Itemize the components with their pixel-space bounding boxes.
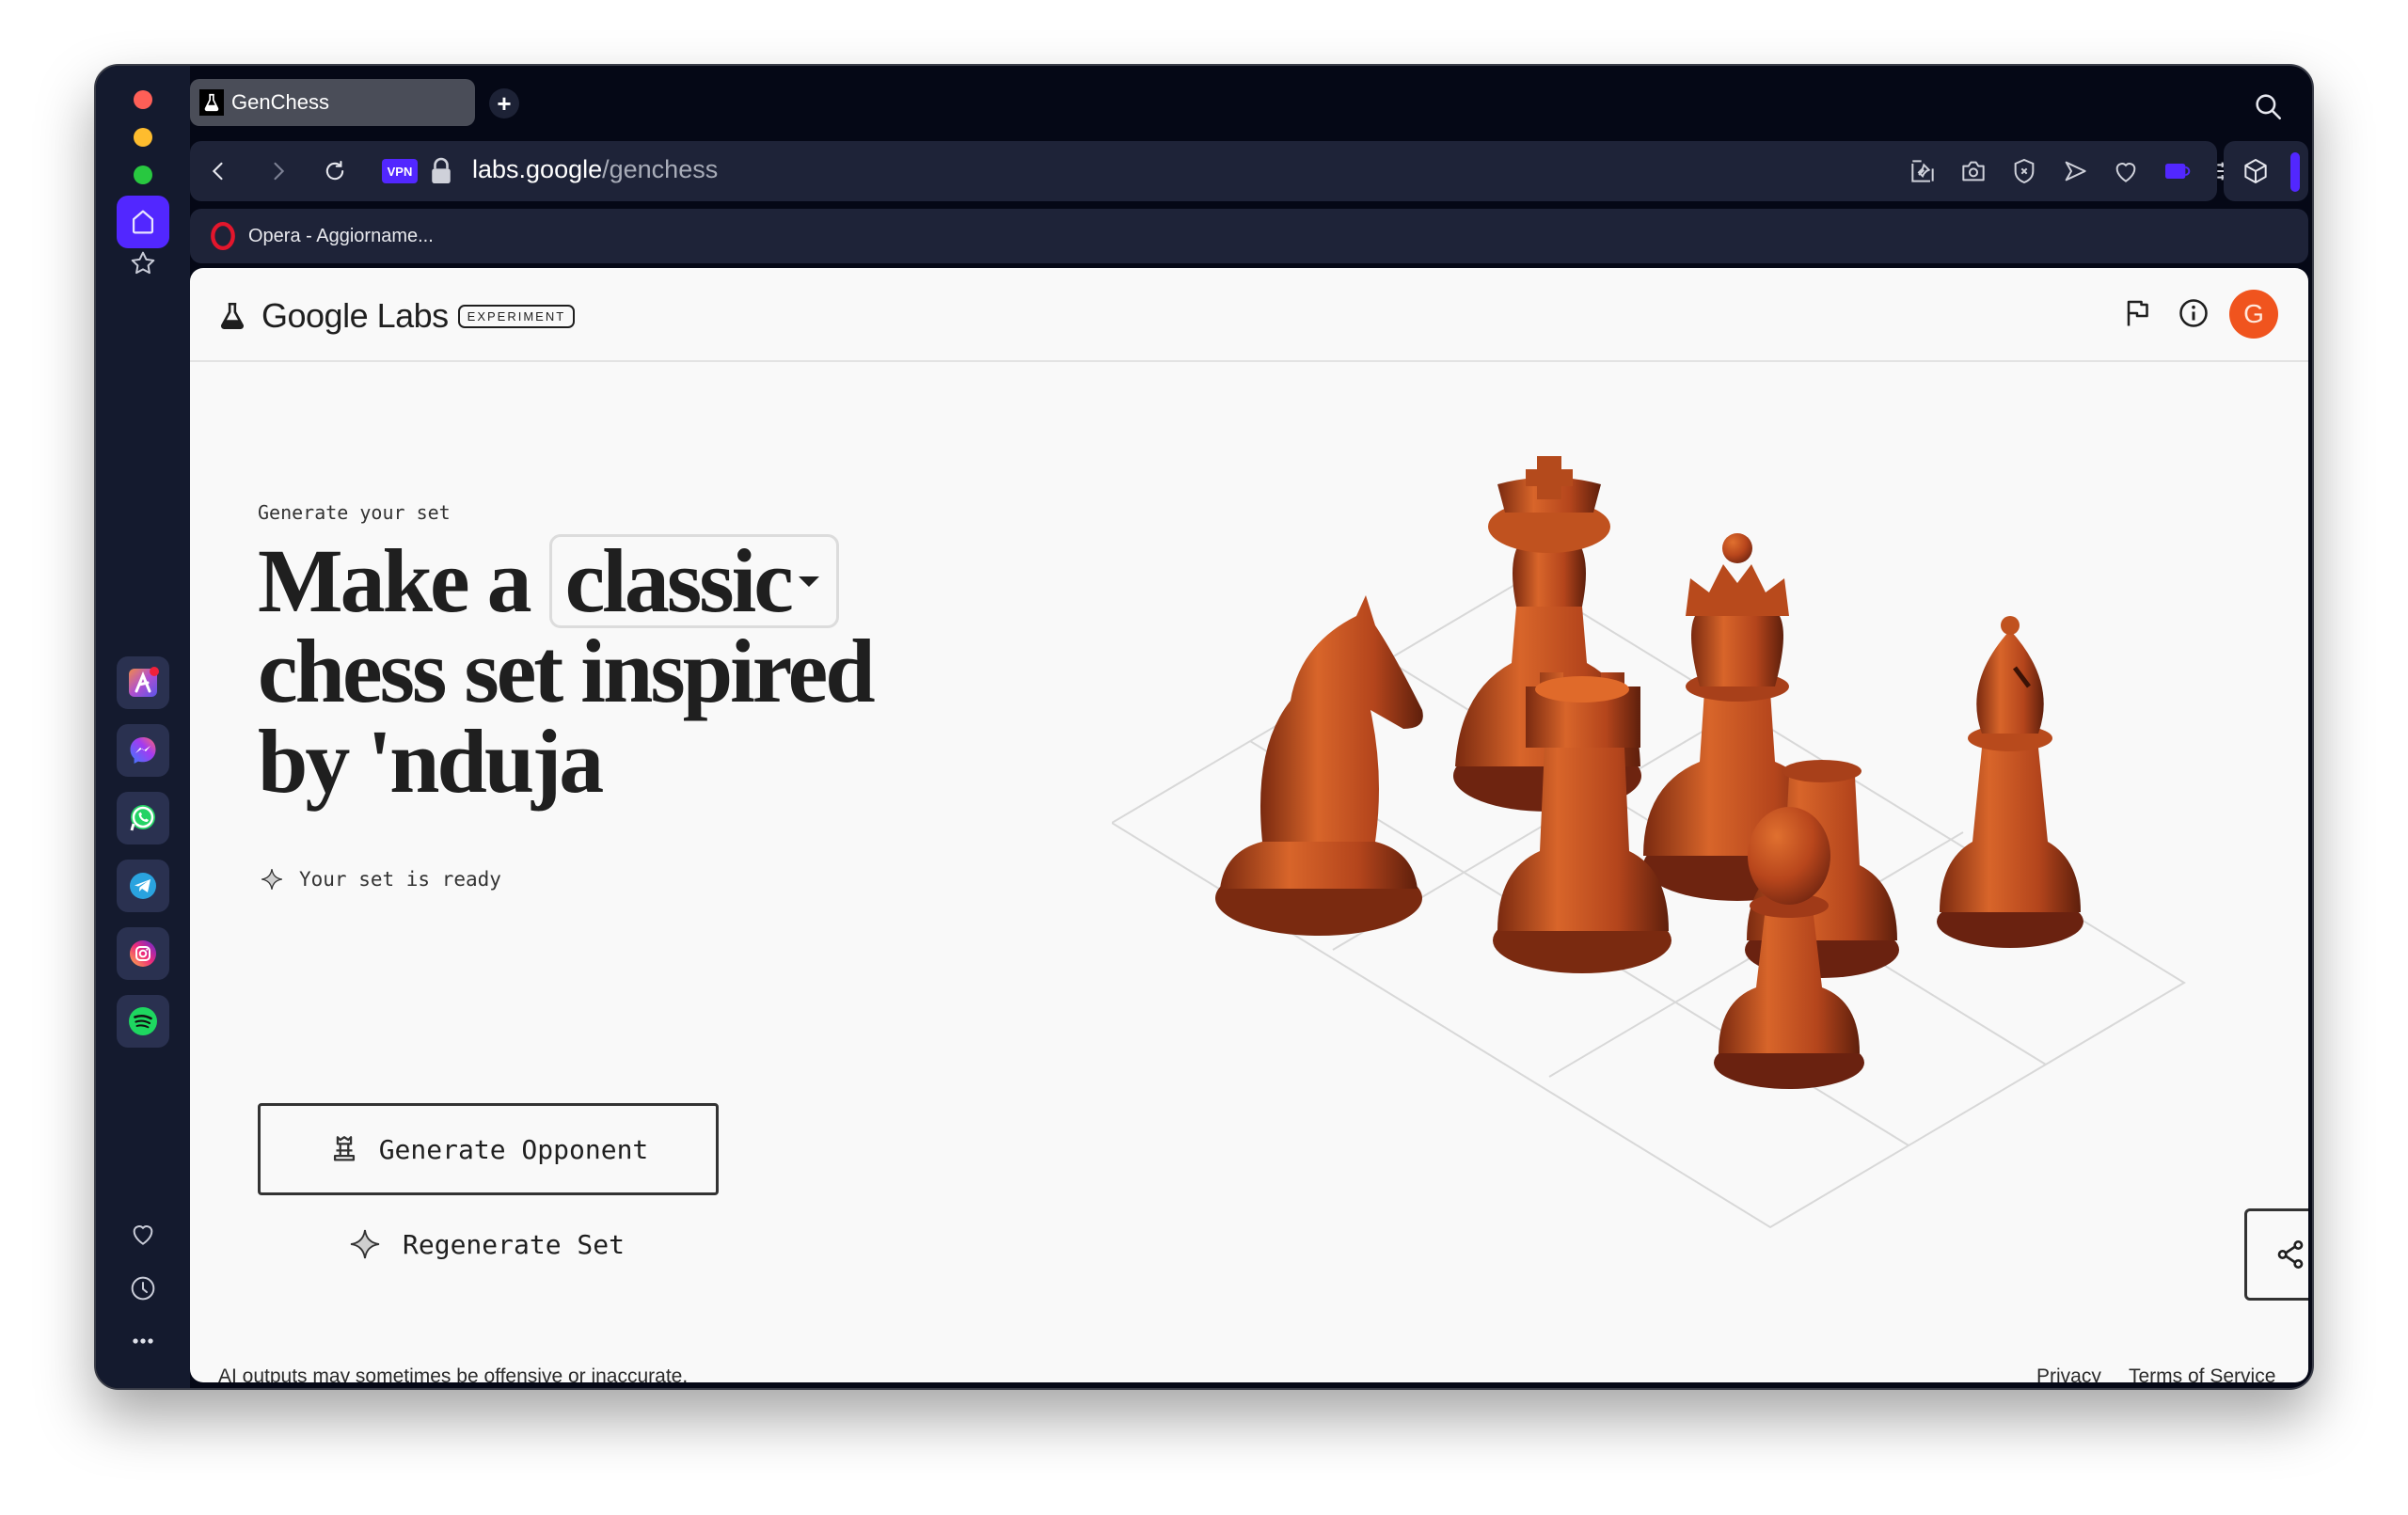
bishop-piece xyxy=(1937,616,2083,948)
back-button[interactable] xyxy=(201,154,235,188)
headline-line-3: by 'nduja xyxy=(258,711,604,812)
sidebar-app-aria[interactable] xyxy=(117,656,169,709)
sidebar-app-telegram[interactable] xyxy=(117,860,169,912)
browser-sidebar xyxy=(96,66,190,1388)
google-labs-logo[interactable]: Google Labs EXPERIMENT xyxy=(216,296,576,336)
spotify-icon xyxy=(129,1007,157,1035)
star-icon xyxy=(131,251,155,275)
sidebar-app-spotify[interactable] xyxy=(117,995,169,1048)
clock-icon xyxy=(131,1276,155,1301)
instagram-icon xyxy=(130,940,156,967)
sidebar-history-button[interactable] xyxy=(117,1270,169,1307)
heart-icon[interactable] xyxy=(2111,156,2141,186)
flag-icon[interactable] xyxy=(2120,296,2154,330)
cube-icon[interactable] xyxy=(2241,156,2271,186)
share-icon xyxy=(2277,1239,2304,1270)
close-window-button[interactable] xyxy=(134,90,152,109)
headline-line-2: chess set inspired xyxy=(258,621,876,721)
reload-icon xyxy=(325,161,344,181)
forward-button[interactable] xyxy=(261,154,295,188)
privacy-link[interactable]: Privacy xyxy=(2036,1365,2101,1382)
telegram-icon xyxy=(130,873,156,899)
share-button[interactable] xyxy=(2244,1208,2308,1301)
info-icon[interactable] xyxy=(2177,296,2210,330)
eyebrow-label: Generate your set xyxy=(258,501,451,524)
browser-window: GenChess + VPN labs.google/genchess Oper… xyxy=(94,64,2314,1390)
minimize-window-button[interactable] xyxy=(134,128,152,147)
page-title: Make a classic chess set inspired by 'nd… xyxy=(258,530,916,812)
regenerate-set-label: Regenerate Set xyxy=(403,1228,626,1260)
sidebar-home-button[interactable] xyxy=(117,196,169,248)
messenger-icon xyxy=(130,737,156,764)
page-content: Google Labs EXPERIMENT G Generate your s… xyxy=(190,268,2308,1382)
sidebar-app-messenger[interactable] xyxy=(117,724,169,777)
sidebar-favorites-button[interactable] xyxy=(117,1215,169,1253)
opera-icon xyxy=(211,222,235,250)
generate-opponent-button[interactable]: Generate Opponent xyxy=(258,1103,719,1195)
chevron-left-icon xyxy=(212,162,223,181)
url-host: labs.google xyxy=(472,155,603,183)
headline-prefix: Make a xyxy=(258,530,532,631)
chess-set-image xyxy=(1112,456,2186,1229)
reload-button[interactable] xyxy=(318,154,352,188)
rook-icon xyxy=(333,1136,355,1161)
bookmarks-bar: Opera - Aggiorname... xyxy=(190,209,2308,263)
caret-down-icon xyxy=(798,576,819,587)
brand-name: Google Labs xyxy=(261,296,449,335)
sidebar-toggle-indicator[interactable] xyxy=(2290,152,2300,192)
bookmark-opera-update[interactable]: Opera - Aggiorname... xyxy=(248,226,434,247)
search-icon[interactable] xyxy=(2252,90,2284,122)
flask-icon xyxy=(220,302,245,330)
whatsapp-icon xyxy=(130,805,155,831)
sparkle-icon xyxy=(350,1229,380,1259)
knight-piece xyxy=(1215,595,1423,936)
url-field[interactable]: labs.google/genchess xyxy=(472,155,718,184)
regenerate-set-button[interactable]: Regenerate Set xyxy=(348,1227,625,1261)
url-path: /genchess xyxy=(602,155,719,183)
experiment-badge: EXPERIMENT xyxy=(457,304,576,328)
camera-icon[interactable] xyxy=(1958,156,1988,186)
generate-opponent-label: Generate Opponent xyxy=(378,1133,649,1165)
address-bar: VPN labs.google/genchess xyxy=(190,141,2289,201)
aria-icon xyxy=(129,667,159,697)
avatar[interactable]: G xyxy=(2229,290,2278,339)
status-text: Your set is ready xyxy=(299,868,501,891)
sparkle-icon xyxy=(261,869,282,890)
style-dropdown[interactable]: classic xyxy=(548,530,839,631)
tab-title: GenChess xyxy=(231,90,329,114)
flask-favicon-icon xyxy=(199,89,224,116)
status-message: Your set is ready xyxy=(260,867,501,892)
style-selected-value: classic xyxy=(564,530,794,631)
vpn-badge[interactable]: VPN xyxy=(382,159,418,183)
heart-icon xyxy=(133,1225,153,1245)
tab-genchess[interactable]: GenChess xyxy=(190,79,475,126)
shield-x-icon[interactable] xyxy=(2009,156,2039,186)
chevron-right-icon xyxy=(274,162,285,181)
pin-icon[interactable] xyxy=(1908,156,1938,186)
sidebar-bookmarks-button[interactable] xyxy=(117,245,169,282)
ai-disclaimer: AI outputs may sometimes be offensive or… xyxy=(218,1365,689,1382)
terms-of-service-link[interactable]: Terms of Service xyxy=(2129,1365,2275,1382)
lock-icon[interactable] xyxy=(429,156,453,186)
sidebar-app-instagram[interactable] xyxy=(117,927,169,980)
sidebar-more-button[interactable] xyxy=(117,1322,169,1360)
more-dots-icon xyxy=(133,1338,153,1344)
maximize-window-button[interactable] xyxy=(134,166,152,184)
page-header: Google Labs EXPERIMENT G xyxy=(190,268,2308,362)
home-icon xyxy=(132,210,154,234)
sidebar-app-whatsapp[interactable] xyxy=(117,792,169,844)
battery-icon[interactable] xyxy=(2162,156,2192,186)
send-icon[interactable] xyxy=(2060,156,2090,186)
new-tab-button[interactable]: + xyxy=(489,88,519,118)
